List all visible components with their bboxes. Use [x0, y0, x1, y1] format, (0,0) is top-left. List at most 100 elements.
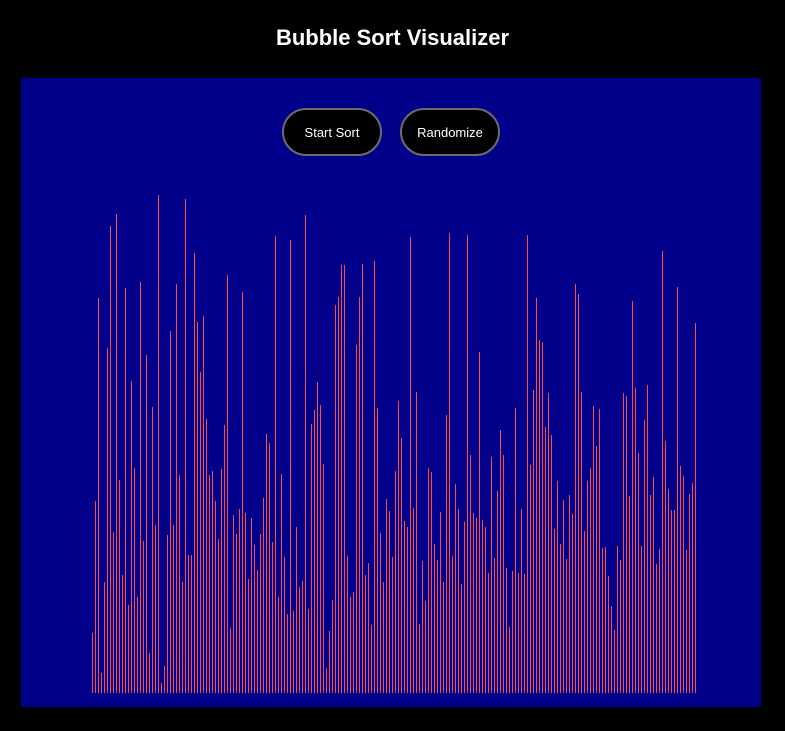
array-bar: [116, 214, 117, 693]
array-bar: [464, 522, 465, 693]
array-bar: [482, 520, 483, 693]
array-bar: [479, 352, 480, 693]
array-bar: [476, 518, 477, 693]
array-bar: [653, 477, 654, 693]
array-bar: [524, 574, 525, 693]
array-bar: [575, 284, 576, 693]
array-bar: [221, 469, 222, 693]
array-bar: [101, 673, 102, 693]
array-bar: [620, 560, 621, 693]
array-bar: [509, 627, 510, 693]
array-bar: [380, 533, 381, 693]
array-bar: [587, 481, 588, 693]
array-bar: [488, 573, 489, 693]
array-bar: [170, 331, 171, 693]
array-bar: [608, 576, 609, 693]
array-bar: [512, 571, 513, 693]
array-bar: [500, 430, 501, 693]
array-bar: [278, 597, 279, 693]
array-bar: [104, 582, 105, 693]
array-bar: [212, 471, 213, 693]
array-bar: [137, 597, 138, 693]
array-bar: [233, 515, 234, 693]
array-bar: [581, 392, 582, 693]
array-bar: [677, 287, 678, 693]
array-bar: [281, 474, 282, 693]
array-bar: [296, 527, 297, 693]
array-bar: [131, 381, 132, 693]
array-bar: [515, 408, 516, 693]
array-bar: [365, 575, 366, 693]
array-bar: [224, 425, 225, 693]
array-bar: [218, 539, 219, 693]
array-bar: [548, 393, 549, 693]
array-bar: [344, 265, 345, 693]
array-bar: [647, 385, 648, 693]
array-bar: [503, 455, 504, 693]
array-bar: [122, 575, 123, 693]
array-bar: [671, 510, 672, 693]
array-bar: [266, 434, 267, 693]
array-bar: [248, 579, 249, 693]
page-title: Bubble Sort Visualizer: [275, 25, 510, 50]
array-bar: [485, 527, 486, 693]
array-bar: [290, 240, 291, 693]
array-bar: [107, 348, 108, 693]
array-bar: [614, 630, 615, 693]
array-bar: [182, 582, 183, 693]
bar-array: [21, 78, 761, 707]
array-bar: [401, 438, 402, 693]
array-bar: [113, 532, 114, 693]
array-bar: [239, 509, 240, 693]
array-bar: [140, 282, 141, 693]
array-bar: [680, 466, 681, 693]
array-bar: [659, 549, 660, 693]
array-bar: [152, 407, 153, 693]
array-bar: [533, 390, 534, 693]
array-bar: [656, 564, 657, 693]
array-bar: [374, 261, 375, 693]
array-bar: [356, 345, 357, 693]
array-bar: [569, 495, 570, 693]
array-bar: [386, 499, 387, 693]
array-bar: [461, 584, 462, 693]
array-bar: [563, 500, 564, 693]
array-bar: [695, 323, 696, 693]
array-bar: [650, 495, 651, 693]
array-bar: [368, 563, 369, 693]
array-bar: [245, 513, 246, 693]
array-bar: [284, 557, 285, 693]
array-bar: [542, 342, 543, 693]
array-bar: [329, 631, 330, 693]
array-bar: [128, 605, 129, 693]
array-bar: [158, 195, 159, 693]
array-bar: [347, 556, 348, 693]
randomize-button[interactable]: Randomize: [400, 108, 500, 156]
array-bar: [293, 611, 294, 693]
array-bar: [392, 557, 393, 693]
array-bar: [317, 382, 318, 693]
array-bar: [302, 581, 303, 693]
array-bar: [518, 573, 519, 693]
array-bar: [491, 457, 492, 693]
array-bar: [341, 265, 342, 693]
array-bar: [287, 614, 288, 693]
start-sort-button[interactable]: Start Sort: [282, 108, 382, 156]
array-bar: [440, 512, 441, 693]
array-bar: [149, 653, 150, 693]
array-bar: [227, 275, 228, 693]
array-bar: [527, 235, 528, 693]
array-bar: [323, 464, 324, 693]
array-bar: [143, 541, 144, 693]
array-bar: [191, 555, 192, 693]
array-bar: [530, 465, 531, 693]
array-bar: [410, 237, 411, 693]
array-bar: [617, 546, 618, 693]
array-bar: [209, 475, 210, 693]
array-bar: [179, 475, 180, 693]
array-bar: [335, 305, 336, 693]
array-bar: [506, 568, 507, 693]
array-bar: [257, 570, 258, 693]
array-bar: [164, 666, 165, 693]
array-bar: [551, 435, 552, 693]
